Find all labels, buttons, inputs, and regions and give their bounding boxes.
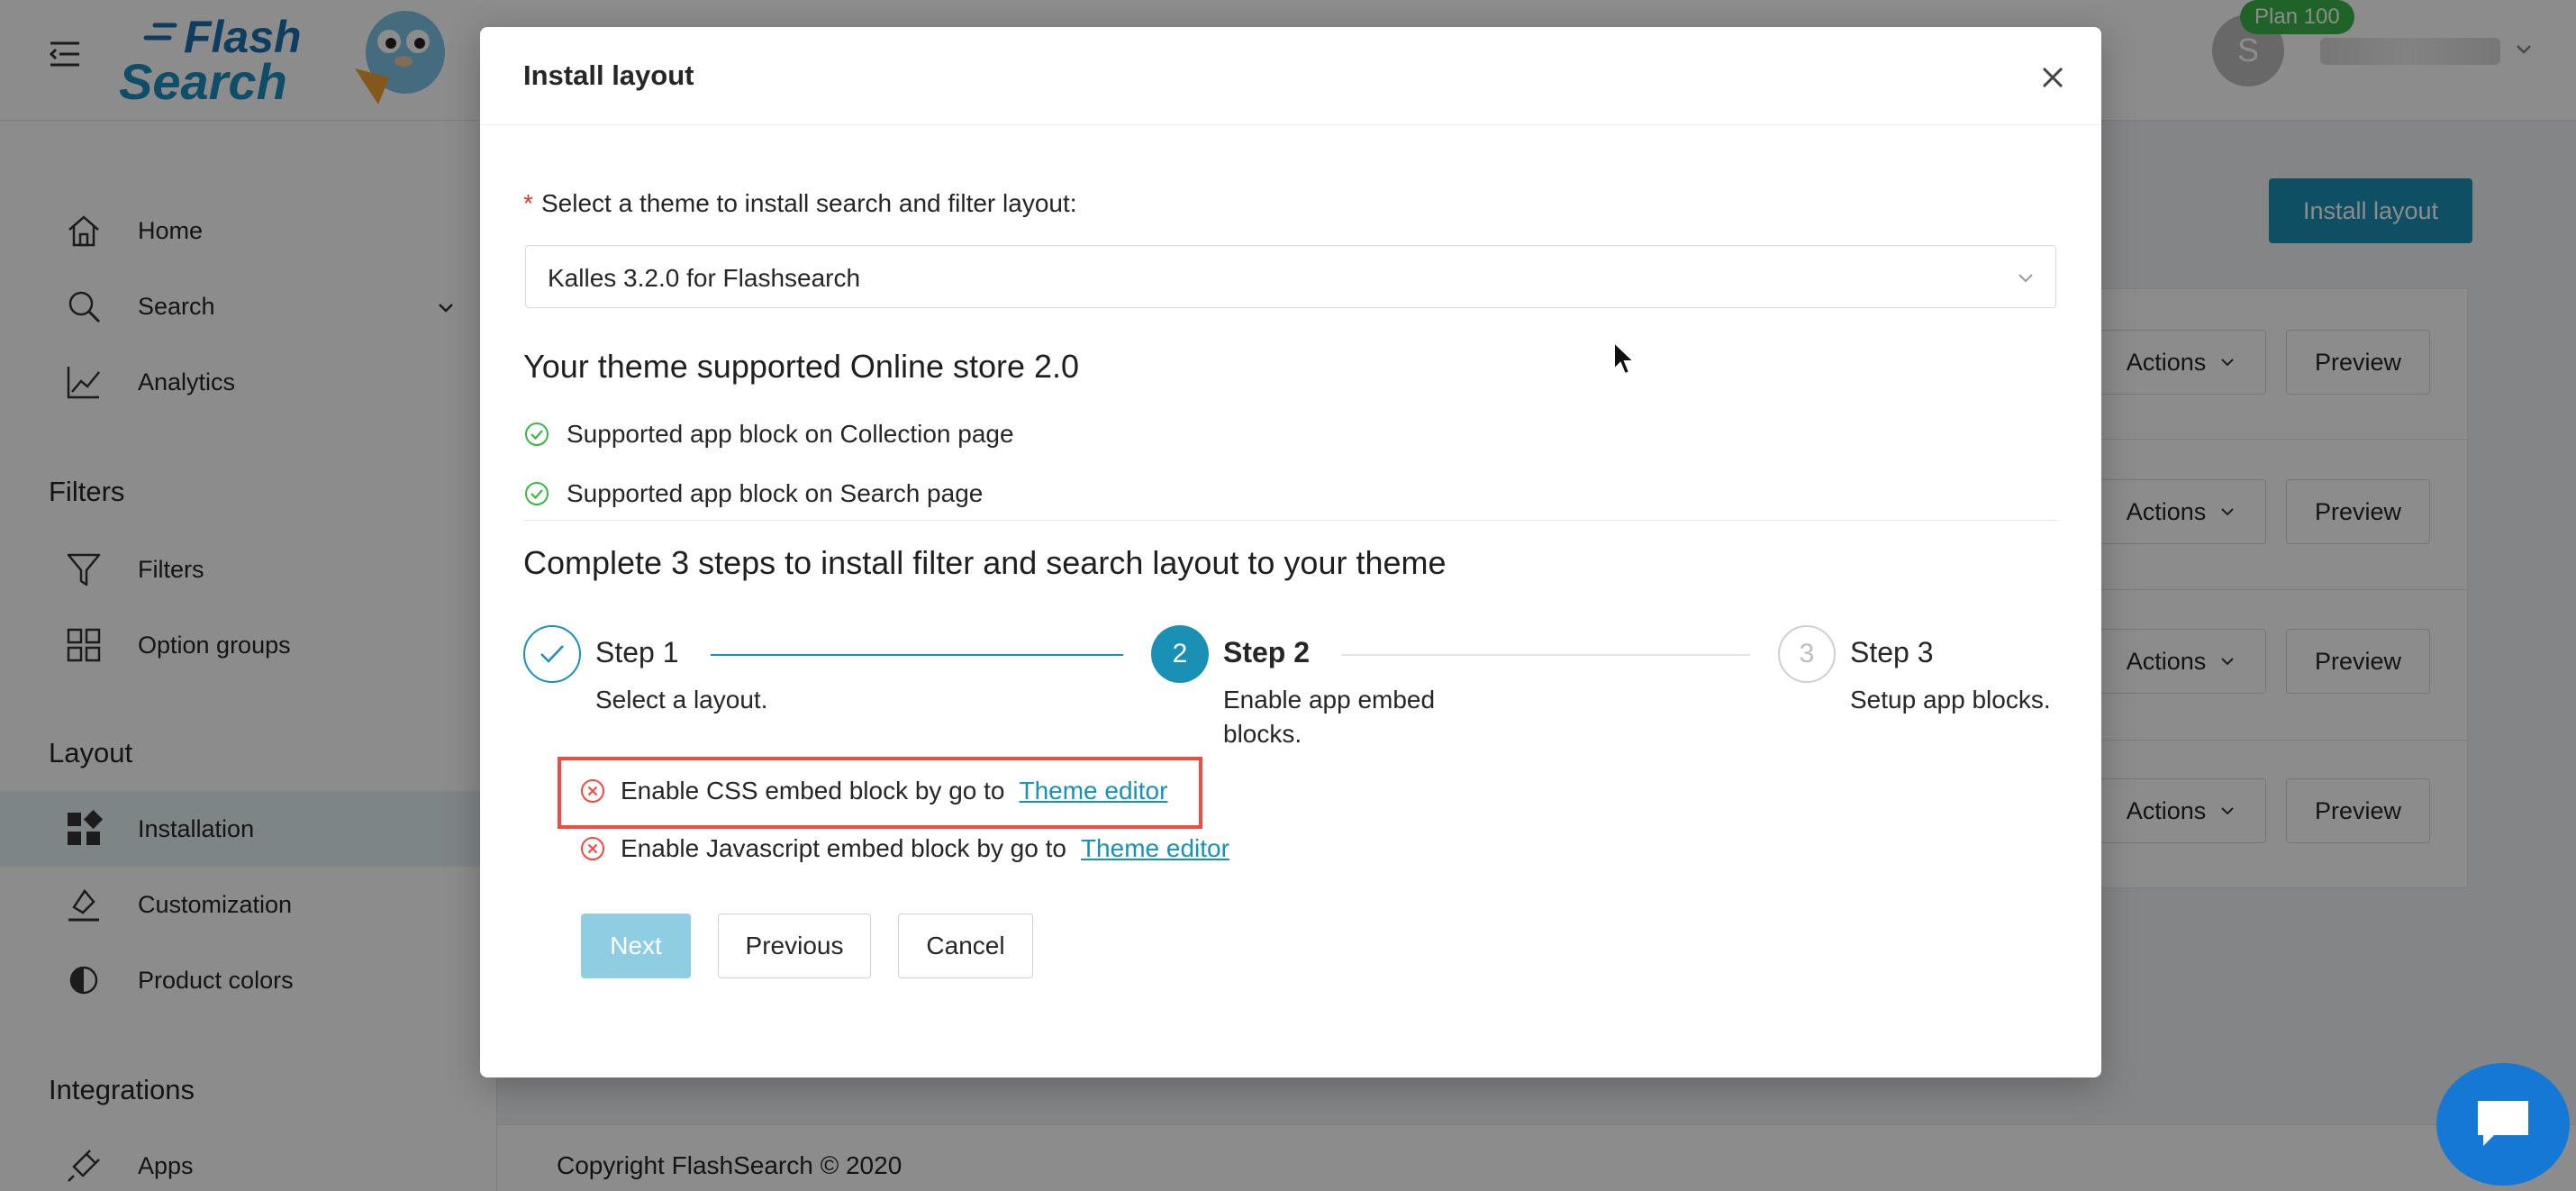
cancel-button[interactable]: Cancel bbox=[898, 914, 1033, 978]
required-marker: * bbox=[523, 189, 533, 217]
step-2-title: Step 2 bbox=[1223, 636, 1311, 668]
next-button[interactable]: Next bbox=[581, 914, 691, 978]
chat-widget-button[interactable] bbox=[2436, 1063, 2570, 1186]
chat-icon bbox=[2478, 1101, 2528, 1146]
error-circle-icon bbox=[579, 777, 606, 805]
error-circle-icon bbox=[579, 835, 606, 862]
check-circle-icon bbox=[523, 421, 550, 448]
step-1-check-icon bbox=[523, 625, 581, 683]
step-3-indicator: 3 bbox=[1778, 625, 1836, 683]
close-icon[interactable] bbox=[2035, 59, 2071, 95]
support-title: Your theme supported Online store 2.0 bbox=[523, 348, 1080, 385]
error-item-css: Enable CSS embed block by go to Theme ed… bbox=[579, 777, 1167, 805]
theme-editor-link[interactable]: Theme editor bbox=[1019, 777, 1167, 805]
step-connector bbox=[1341, 654, 1750, 656]
step-3-title: Step 3 bbox=[1850, 636, 1934, 668]
step-1-desc: Select a layout. bbox=[595, 686, 768, 714]
support-item: Supported app block on Search page bbox=[523, 479, 983, 508]
theme-select-value: Kalles 3.2.0 for Flashsearch bbox=[548, 264, 861, 292]
theme-select-label: Select a theme to install search and fil… bbox=[541, 189, 1077, 217]
step-2-indicator: 2 bbox=[1151, 625, 1209, 683]
chevron-down-icon bbox=[2014, 266, 2037, 289]
install-layout-modal: Install layout * Select a theme to insta… bbox=[480, 27, 2101, 1077]
steps-title: Complete 3 steps to install filter and s… bbox=[523, 544, 1447, 581]
step-3-desc: Setup app blocks. bbox=[1850, 686, 2051, 714]
step-1-title: Step 1 bbox=[595, 636, 679, 668]
previous-button[interactable]: Previous bbox=[718, 914, 871, 978]
theme-select[interactable]: Kalles 3.2.0 for Flashsearch bbox=[525, 245, 2056, 308]
theme-editor-link[interactable]: Theme editor bbox=[1081, 834, 1229, 863]
modal-title: Install layout bbox=[523, 59, 694, 91]
error-item-javascript: Enable Javascript embed block by go to T… bbox=[579, 834, 1229, 863]
support-item: Supported app block on Collection page bbox=[523, 420, 1014, 449]
check-circle-icon bbox=[523, 480, 550, 507]
modal-header-divider bbox=[480, 124, 2101, 125]
step-2-desc: Enable app embed blocks. bbox=[1223, 686, 1436, 748]
mouse-cursor-icon bbox=[1612, 341, 1637, 377]
step-connector bbox=[711, 654, 1123, 656]
section-divider bbox=[523, 520, 2058, 521]
